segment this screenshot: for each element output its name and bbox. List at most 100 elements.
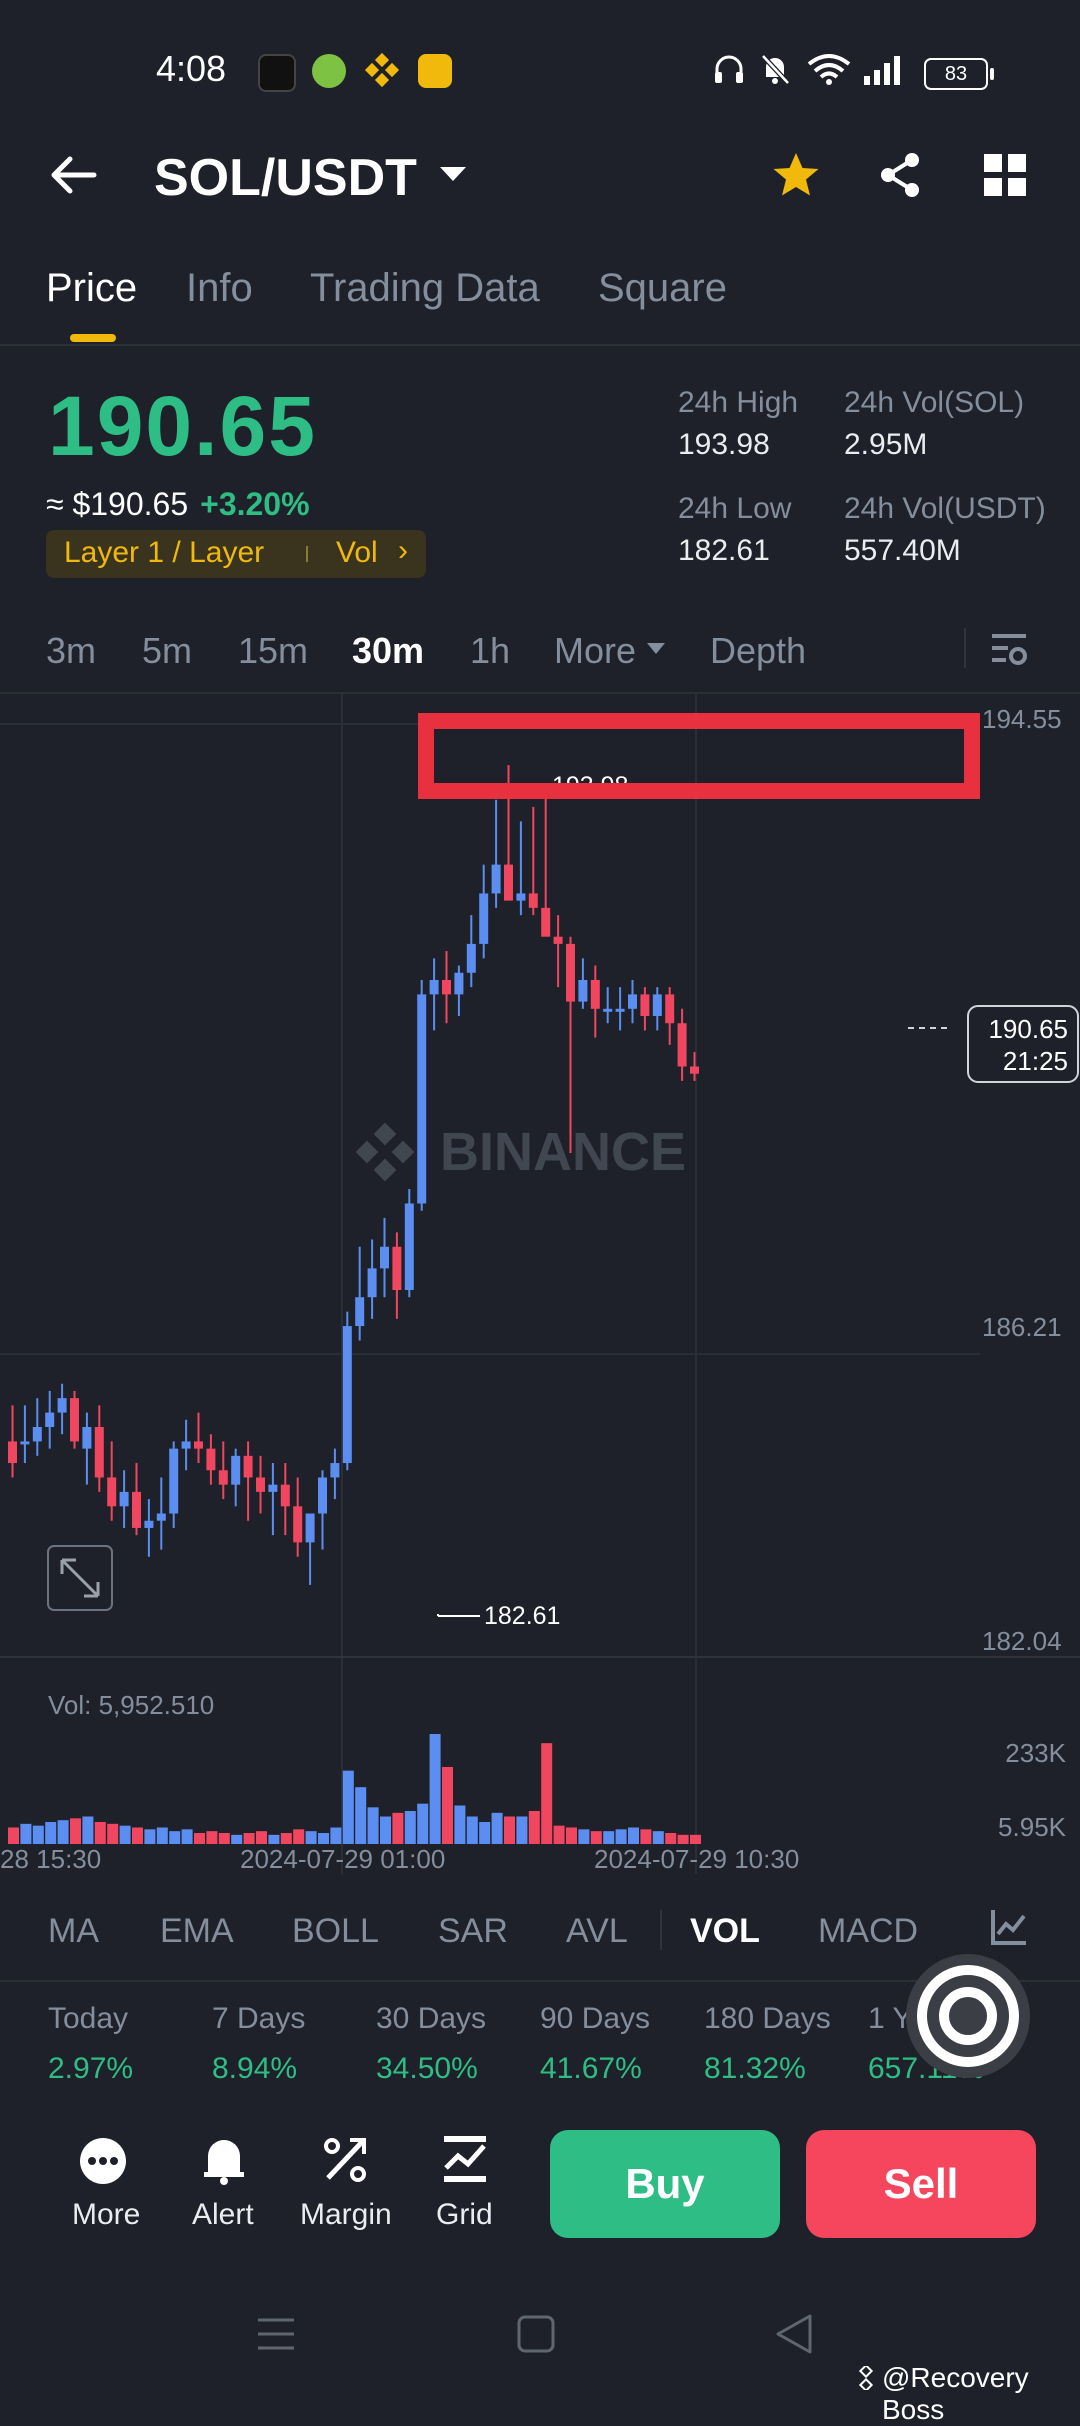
candle-body xyxy=(194,1441,203,1449)
candle-body xyxy=(293,1506,303,1543)
volume-bar xyxy=(516,1816,528,1844)
interval-15m[interactable]: 15m xyxy=(238,630,308,672)
volume-bar xyxy=(541,1743,553,1844)
tabs-divider xyxy=(0,344,1080,346)
interval-depth[interactable]: Depth xyxy=(710,630,806,672)
candle-body xyxy=(156,1513,166,1521)
signal-icon xyxy=(862,54,906,91)
price-chart[interactable]: BINANCE 194.55 186.21 182.04 193.98 182.… xyxy=(0,694,1080,1874)
volume-bar xyxy=(566,1827,577,1844)
indicator-sar[interactable]: SAR xyxy=(438,1912,508,1951)
grid-menu-icon[interactable] xyxy=(984,154,1026,201)
alert-button-label[interactable]: Alert xyxy=(192,2198,254,2232)
tab-trading-data[interactable]: Trading Data xyxy=(310,266,540,311)
tab-info[interactable]: Info xyxy=(186,266,253,311)
indicator-macd[interactable]: MACD xyxy=(818,1912,918,1951)
interval-3m[interactable]: 3m xyxy=(46,630,96,672)
x-tick-2: 2024-07-29 10:30 xyxy=(594,1844,799,1874)
24h-high-label: 24h High xyxy=(678,386,799,419)
volume-bar xyxy=(169,1831,181,1844)
volume-bar xyxy=(268,1834,280,1844)
volume-bar xyxy=(380,1816,391,1844)
watermark-text: BINANCE xyxy=(440,1122,686,1182)
candle-body xyxy=(640,994,650,1017)
candle-body xyxy=(466,943,476,973)
24h-low-label: 24h Low xyxy=(678,492,792,525)
candle-body xyxy=(355,1297,365,1327)
sell-button[interactable]: Sell xyxy=(806,2130,1036,2238)
perf-90d-value: 41.67% xyxy=(540,2052,642,2085)
buy-button[interactable]: Buy xyxy=(550,2130,780,2238)
margin-icon[interactable] xyxy=(320,2134,370,2191)
credit-binance-icon xyxy=(854,2363,878,2395)
x-tick-0: 28 15:30 xyxy=(0,1844,101,1874)
volume-bar xyxy=(132,1827,143,1844)
indicator-boll[interactable]: BOLL xyxy=(292,1912,379,1951)
low-marker-label: 182.61 xyxy=(484,1602,560,1630)
volume-bar xyxy=(429,1734,441,1844)
volume-bar xyxy=(491,1812,503,1844)
volume-bar xyxy=(8,1827,19,1844)
interval-1h[interactable]: 1h xyxy=(470,630,510,672)
watermark-credit: @Recovery Boss xyxy=(882,2362,1029,2425)
volume-bar xyxy=(342,1770,354,1844)
perf-30d-value: 34.50% xyxy=(376,2052,478,2085)
volume-bar xyxy=(553,1825,565,1844)
candle-body xyxy=(417,994,427,1204)
candle-body xyxy=(8,1441,17,1464)
binance-app-icon xyxy=(364,52,400,93)
indicator-ema[interactable]: EMA xyxy=(160,1912,234,1951)
volume-bar xyxy=(293,1829,305,1844)
nav-home-icon[interactable] xyxy=(516,2314,556,2359)
back-arrow-icon[interactable] xyxy=(46,150,102,205)
indicator-vol[interactable]: VOL xyxy=(690,1912,760,1951)
volume-bar xyxy=(504,1816,515,1844)
app-icon-4 xyxy=(418,54,452,88)
chart-settings-icon[interactable] xyxy=(990,630,1028,673)
indicator-avl[interactable]: AVL xyxy=(566,1912,628,1951)
indicator-settings-icon[interactable] xyxy=(990,1908,1028,1951)
y-tick-mid: 186.21 xyxy=(982,1312,1062,1342)
candle-body xyxy=(652,994,662,1017)
app-icon-1 xyxy=(258,54,296,92)
pair-dropdown-icon[interactable] xyxy=(438,164,468,189)
nav-back-icon[interactable] xyxy=(774,2312,814,2361)
candle-body xyxy=(218,1470,228,1485)
more-dots-icon[interactable] xyxy=(78,2136,128,2191)
tab-price[interactable]: Price xyxy=(46,266,137,311)
interval-more[interactable]: More xyxy=(554,630,636,672)
indicator-ma[interactable]: MA xyxy=(48,1912,99,1951)
alert-bell-icon[interactable] xyxy=(200,2134,248,2191)
perf-7d-value: 8.94% xyxy=(212,2052,298,2085)
interval-30m[interactable]: 30m xyxy=(352,630,424,672)
tab-square[interactable]: Square xyxy=(598,266,727,311)
nav-menu-icon[interactable] xyxy=(256,2314,296,2359)
candle-body xyxy=(305,1513,315,1543)
last-price: 190.65 xyxy=(48,379,317,473)
volume-bar xyxy=(417,1803,429,1844)
candle-body xyxy=(429,979,439,995)
interval-5m[interactable]: 5m xyxy=(142,630,192,672)
pair-title[interactable]: SOL/USDT xyxy=(154,148,417,208)
expand-chart-icon[interactable] xyxy=(47,1545,113,1611)
more-dropdown-icon[interactable] xyxy=(646,642,666,661)
usd-price: ≈ $190.65 xyxy=(46,486,189,522)
more-button-label[interactable]: More xyxy=(72,2198,140,2232)
margin-button-label[interactable]: Margin xyxy=(300,2198,392,2232)
candle-body xyxy=(45,1412,55,1427)
floating-assistant-button[interactable] xyxy=(906,1954,1030,2078)
perf-90d-label: 90 Days xyxy=(540,2002,651,2035)
usd-price-line: ≈ $190.65 +3.20% xyxy=(46,486,310,523)
candle-body xyxy=(528,893,538,908)
candle-body xyxy=(94,1426,104,1478)
volume-bar xyxy=(181,1829,193,1844)
24h-vol-sol-label: 24h Vol(SOL) xyxy=(844,386,1025,419)
grid-button-label[interactable]: Grid xyxy=(436,2198,493,2232)
favorite-star-icon[interactable] xyxy=(770,150,822,205)
volume-bar xyxy=(82,1816,94,1844)
share-icon[interactable] xyxy=(876,150,924,205)
24h-vol-usdt-label: 24h Vol(USDT) xyxy=(844,492,1046,525)
grid-trading-icon[interactable] xyxy=(442,2134,488,2189)
volume-bar xyxy=(243,1833,255,1844)
headphones-icon xyxy=(712,52,746,91)
